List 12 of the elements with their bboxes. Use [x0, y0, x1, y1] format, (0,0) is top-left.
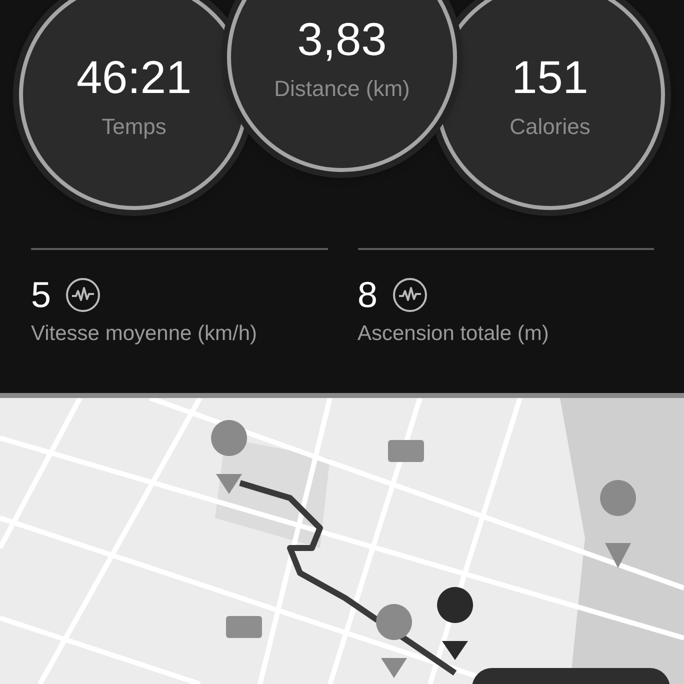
- stat-label: Distance (km): [274, 76, 410, 102]
- activity-icon: [392, 277, 428, 313]
- metric-label: Vitesse moyenne (km/h): [31, 322, 258, 346]
- stat-value: 151: [512, 50, 588, 104]
- metric-label: Ascension totale (m): [358, 322, 550, 346]
- metric-value: 5: [31, 274, 52, 316]
- stat-label: Calories: [510, 114, 590, 140]
- metric-value: 8: [358, 274, 378, 316]
- stat-value: 3,83: [297, 12, 387, 66]
- stat-value: 46:21: [76, 50, 192, 104]
- activity-icon: [65, 277, 102, 313]
- stat-label: Temps: [102, 114, 166, 140]
